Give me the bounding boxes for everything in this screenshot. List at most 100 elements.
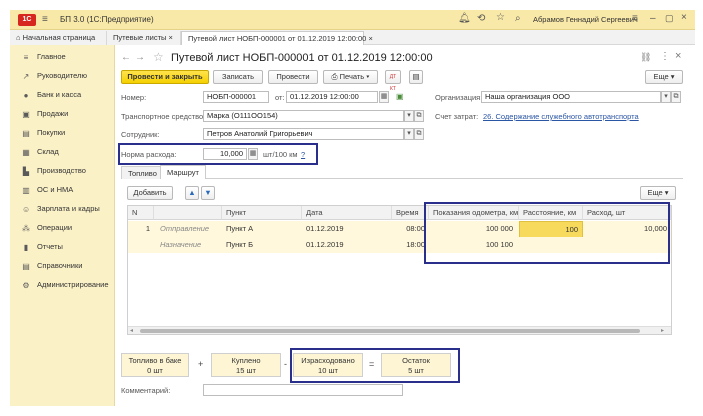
plus-sign: + — [198, 359, 204, 369]
maximize-icon[interactable]: ▢ — [665, 13, 674, 24]
tab-route[interactable]: Маршрут — [160, 165, 206, 179]
horizontal-scrollbar[interactable]: ◂ ▸ — [128, 326, 671, 334]
tab-waybill-doc[interactable]: Путевой лист НОБП-000001 от 01.12.2019 1… — [181, 31, 373, 45]
scroll-left-icon[interactable]: ◂ — [130, 327, 133, 334]
add-row-button[interactable]: Добавить — [127, 186, 173, 200]
more-button[interactable]: Еще ▾ — [645, 70, 683, 84]
sidebar-item-admin[interactable]: ⚙ Администрирование — [10, 275, 115, 294]
row-n — [128, 237, 154, 252]
document-form: ← → ☆ Путевой лист НОБП-000001 от 01.12.… — [115, 45, 695, 406]
sidebar-item-catalogs[interactable]: ▤ Справочники — [10, 256, 115, 275]
tab-waybills[interactable]: Путевые листы × — [107, 31, 181, 45]
tab-fuel[interactable]: Топливо — [121, 166, 164, 179]
fuel-in-tank-value: 0 шт — [147, 366, 163, 375]
sidebar-item-bank[interactable]: ● Банк и касса — [10, 85, 115, 104]
sidebar-item-label: Администрирование — [37, 280, 109, 289]
row-point[interactable]: Пункт А — [222, 221, 302, 236]
move-up-button[interactable]: ▲ — [185, 186, 199, 200]
cost-account-label: Счет затрат: — [435, 112, 479, 121]
user-name[interactable]: Абрамов Геннадий Сергеевич — [533, 15, 638, 24]
date-field[interactable]: 01.12.2019 12:00:00 — [286, 91, 378, 103]
sidebar-item-salary[interactable]: ☺ Зарплата и кадры — [10, 199, 115, 218]
sidebar-item-label: Продажи — [37, 109, 69, 118]
org-open-icon[interactable]: ⧉ — [671, 91, 681, 103]
favorites-icon[interactable]: ☆ — [496, 12, 505, 23]
forward-icon[interactable]: → — [135, 52, 145, 63]
col-header-n[interactable]: N — [128, 206, 154, 220]
kebab-menu-icon[interactable]: ⋮ — [660, 51, 670, 62]
scroll-thumb[interactable] — [140, 329, 640, 333]
home-icon: ⌂ — [16, 33, 23, 42]
sidebar-item-reports[interactable]: ▮ Отчеты — [10, 237, 115, 256]
col-header-point[interactable]: Пункт — [222, 206, 302, 220]
sidebar-item-label: Руководителю — [37, 71, 88, 80]
org-field[interactable]: Наша организация ООО — [481, 91, 661, 103]
row-kind: Назначение — [160, 240, 202, 249]
move-down-button[interactable]: ▼ — [201, 186, 215, 200]
catalog-icon: ▤ — [22, 262, 30, 271]
sidebar-item-operations[interactable]: ⁂ Операции — [10, 218, 115, 237]
close-doc-icon[interactable]: × — [675, 50, 681, 62]
save-button[interactable]: Записать — [213, 70, 263, 84]
settings-menu-icon[interactable]: ≡ — [632, 13, 638, 24]
reports-icon: ▮ — [23, 243, 29, 252]
close-window-icon[interactable]: × — [681, 12, 687, 23]
tab-route-label: Маршрут — [167, 168, 199, 177]
sidebar-item-purchases[interactable]: ▤ Покупки — [10, 123, 115, 142]
org-label: Организация: — [435, 93, 483, 102]
people-icon: ☺ — [22, 205, 31, 214]
row-kind: Отправление — [160, 224, 210, 233]
sidebar-item-production[interactable]: ▙ Производство — [10, 161, 115, 180]
favorite-star-icon[interactable]: ☆ — [153, 50, 164, 64]
employee-open-icon[interactable]: ⧉ — [414, 128, 424, 140]
chart-icon: ↗ — [22, 72, 30, 81]
col-header-kind[interactable] — [154, 206, 222, 220]
employee-dropdown-icon[interactable]: ▾ — [404, 128, 414, 140]
row-date[interactable]: 01.12.2019 — [302, 221, 392, 236]
back-icon[interactable]: ← — [121, 52, 131, 63]
notifications-icon[interactable]: 🔔︎ — [458, 13, 471, 24]
check-doc-icon[interactable]: ▣ — [396, 92, 404, 101]
post-button[interactable]: Провести — [268, 70, 318, 84]
bought-value: 15 шт — [236, 366, 256, 375]
row-point[interactable]: Пункт Б — [222, 237, 302, 252]
bank-icon: ● — [23, 91, 29, 100]
gear-icon: ⚙ — [22, 281, 30, 290]
search-icon[interactable]: ⌕ — [515, 13, 521, 24]
col-header-date[interactable]: Дата — [302, 206, 392, 220]
org-dropdown-icon[interactable]: ▾ — [661, 91, 671, 103]
vehicle-dropdown-icon[interactable]: ▾ — [404, 110, 414, 122]
fuel-in-tank-label: Топливо в баке — [128, 356, 182, 365]
row-date[interactable]: 01.12.2019 — [302, 237, 392, 252]
sidebar-item-manager[interactable]: ↗ Руководителю — [10, 66, 115, 85]
sidebar-item-sales[interactable]: ▣ Продажи — [10, 104, 115, 123]
scroll-right-icon[interactable]: ▸ — [661, 327, 664, 334]
close-tab-icon[interactable]: × — [169, 33, 173, 42]
sidebar-item-warehouse[interactable]: ▦ Склад — [10, 142, 115, 161]
grid-more-button[interactable]: Еще ▾ — [640, 186, 676, 200]
menu-icon: ≡ — [23, 53, 29, 62]
sidebar: ≡ Главное ↗ Руководителю ● Банк и касса ▣ Пр… — [10, 45, 115, 406]
tab-waybill-doc-label: Путевой лист НОБП-000001 от 01.12.2019 1… — [188, 34, 367, 43]
cost-account-link[interactable]: 26. Содержание служебного автотранспорта — [483, 112, 639, 121]
print-button[interactable]: ⎙ Печать ▾ — [323, 70, 378, 84]
number-field[interactable]: НОБП-000001 — [203, 91, 269, 103]
vehicle-field[interactable]: Марка (О111ОО154) — [203, 110, 404, 122]
document-icon[interactable]: ▤ — [409, 70, 423, 84]
calendar-icon[interactable]: ▦ — [379, 91, 389, 103]
employee-field[interactable]: Петров Анатолий Григорьевич — [203, 128, 404, 140]
post-and-close-button[interactable]: Провести и закрыть — [121, 70, 209, 84]
vehicle-label: Транспортное средство: — [121, 112, 206, 121]
tab-home[interactable]: ⌂ Начальная страница — [10, 31, 107, 45]
close-tab-icon[interactable]: × — [368, 34, 372, 43]
comment-label: Комментарий: — [121, 386, 171, 395]
sidebar-item-assets[interactable]: ▥ ОС и НМА — [10, 180, 115, 199]
minimize-icon[interactable]: – — [650, 13, 656, 24]
dt-kt-button[interactable]: ДТ КТ — [385, 70, 401, 92]
history-icon[interactable]: ⟲ — [477, 13, 485, 24]
sidebar-item-main[interactable]: ≡ Главное — [10, 47, 115, 66]
vehicle-open-icon[interactable]: ⧉ — [414, 110, 424, 122]
link-icon[interactable]: ⛓ — [640, 52, 651, 63]
main-menu-icon[interactable]: ≡ — [42, 14, 48, 25]
comment-field[interactable] — [203, 384, 403, 396]
